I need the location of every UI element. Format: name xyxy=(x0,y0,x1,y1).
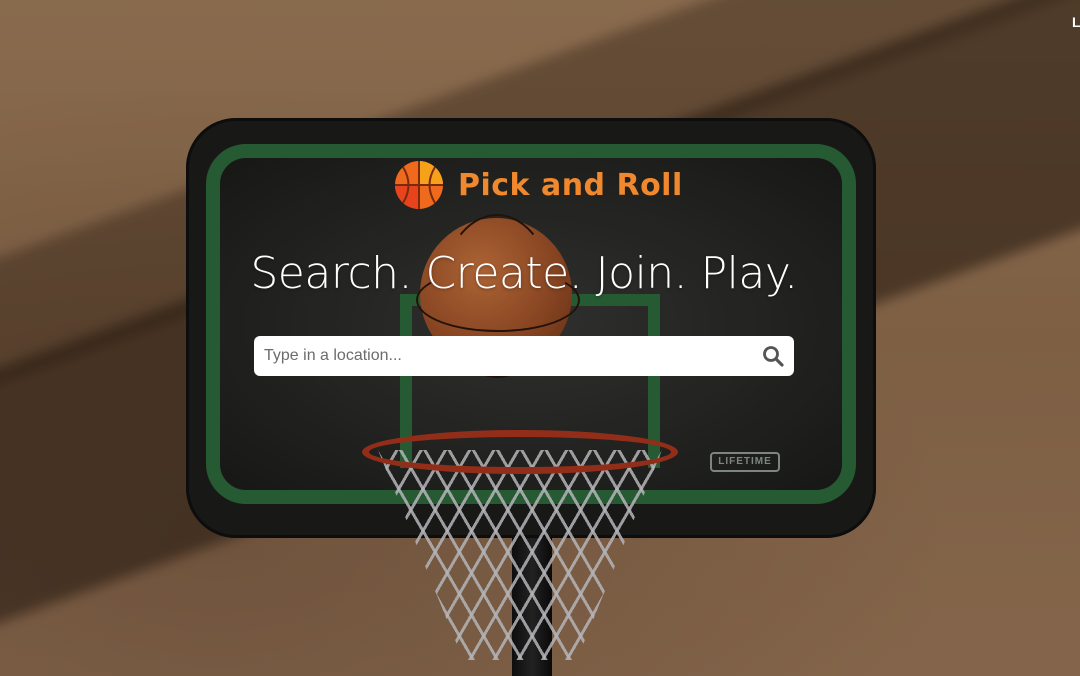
search-button[interactable] xyxy=(756,339,790,373)
brand[interactable]: Pick and Roll xyxy=(394,160,683,210)
basketball-icon xyxy=(395,161,443,209)
location-search-input[interactable] xyxy=(254,337,756,375)
location-search-bar xyxy=(254,336,794,376)
hero-tagline: Search. Create. Join. Play. xyxy=(250,248,798,299)
search-icon xyxy=(763,346,784,367)
nav-link[interactable]: L xyxy=(1072,14,1080,30)
brand-name: Pick and Roll xyxy=(458,167,683,203)
landing-page: LIFETIME Pick and Roll Search. Create. J… xyxy=(0,0,1080,676)
